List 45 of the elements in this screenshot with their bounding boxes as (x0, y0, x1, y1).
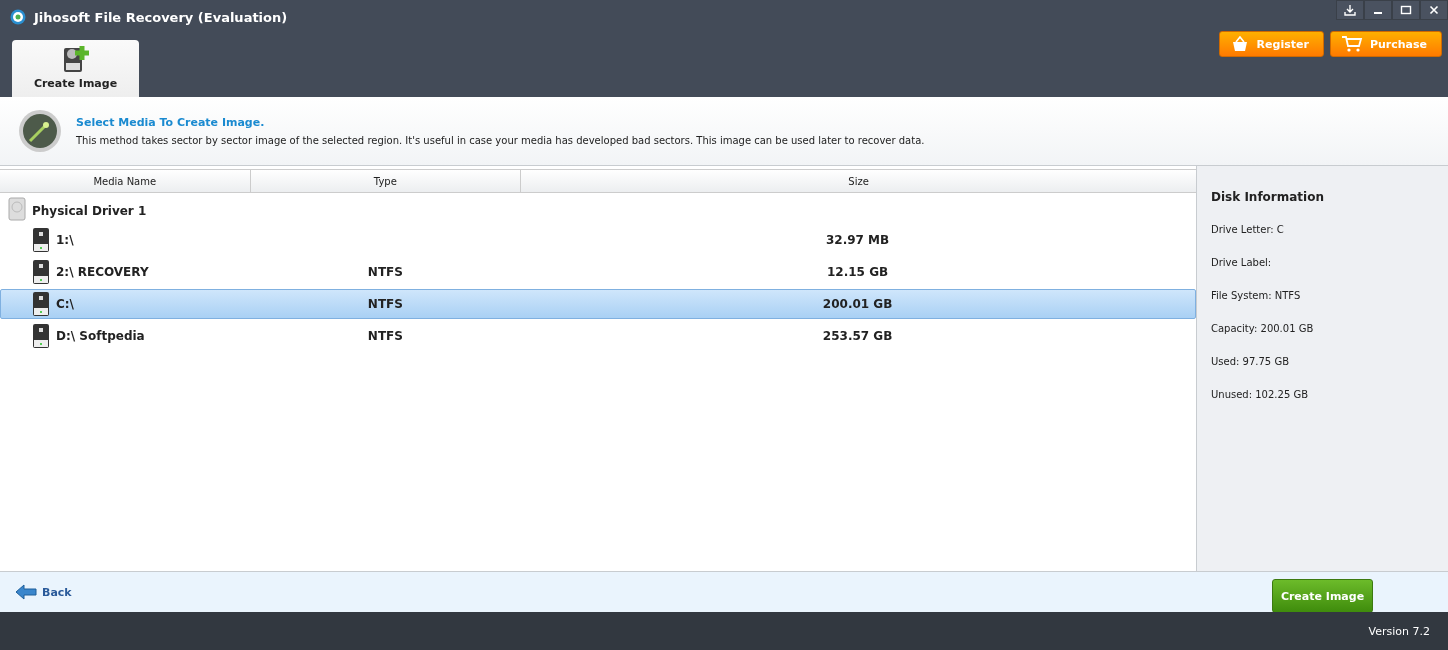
disk-info-line: Drive Letter: C (1211, 224, 1285, 235)
version-label: Version 7.2 (1368, 624, 1430, 638)
left-arrow-icon (15, 584, 37, 600)
table-row[interactable]: D:\ Softpedia NTFS 253.57 GB (0, 321, 1196, 351)
disk-info-line: Used: 97.75 GB (1211, 356, 1290, 367)
create-image-tab[interactable]: Create Image (12, 40, 139, 97)
app-logo-icon (10, 9, 26, 25)
drive-icon (32, 227, 50, 253)
disk-info-line: Drive Label: (1211, 257, 1273, 268)
disk-info-line: Unused: 102.25 GB (1211, 389, 1310, 400)
media-name: 1:\ (56, 233, 74, 247)
disk-info-line: File System: NTFS (1211, 290, 1302, 301)
maximize-icon[interactable] (1392, 0, 1420, 20)
media-type: NTFS (367, 297, 403, 311)
intro-description: This method takes sector by sector image of the selected region. It's useful in case your media has developed bad sectors. This image can be used later to recover data. (76, 135, 925, 146)
column-header[interactable]: Media Name (0, 170, 251, 192)
drive-icon (32, 259, 50, 285)
media-type: NTFS (367, 265, 403, 279)
cart-icon (1340, 36, 1363, 52)
media-name: D:\ Softpedia (56, 329, 145, 343)
window-title: Jihosoft File Recovery (Evaluation) (34, 9, 288, 25)
column-header[interactable]: Type (250, 170, 522, 192)
back-button[interactable]: Back (15, 584, 72, 600)
intro-title: Select Media To Create Image. (76, 116, 266, 129)
media-size: 12.15 GB (827, 265, 889, 279)
drive-icon (32, 291, 50, 317)
minimize-icon[interactable] (1364, 0, 1392, 20)
download-icon[interactable] (1336, 0, 1364, 20)
drive-plus-icon (61, 44, 90, 74)
column-header[interactable]: Size (521, 170, 1196, 192)
media-size: 200.01 GB (822, 297, 893, 311)
table-row[interactable]: 1:\ 32.97 MB (0, 225, 1196, 255)
table-row[interactable]: 2:\ RECOVERY NTFS 12.15 GB (0, 257, 1196, 287)
disk-info-line: Capacity: 200.01 GB (1211, 323, 1315, 334)
disk-info-title: Disk Information (1211, 190, 1325, 204)
media-size: 32.97 MB (825, 233, 890, 247)
table-row[interactable]: C:\ NTFS 200.01 GB (0, 289, 1196, 319)
media-name: 2:\ RECOVERY (56, 265, 149, 279)
media-size: 253.57 GB (822, 329, 893, 343)
media-name: C:\ (56, 297, 74, 311)
tree-item[interactable]: Physical Driver 1 (32, 204, 147, 218)
close-icon[interactable] (1420, 0, 1448, 20)
drive-icon (32, 323, 50, 349)
radar-icon (18, 109, 62, 153)
media-type: NTFS (367, 329, 403, 343)
